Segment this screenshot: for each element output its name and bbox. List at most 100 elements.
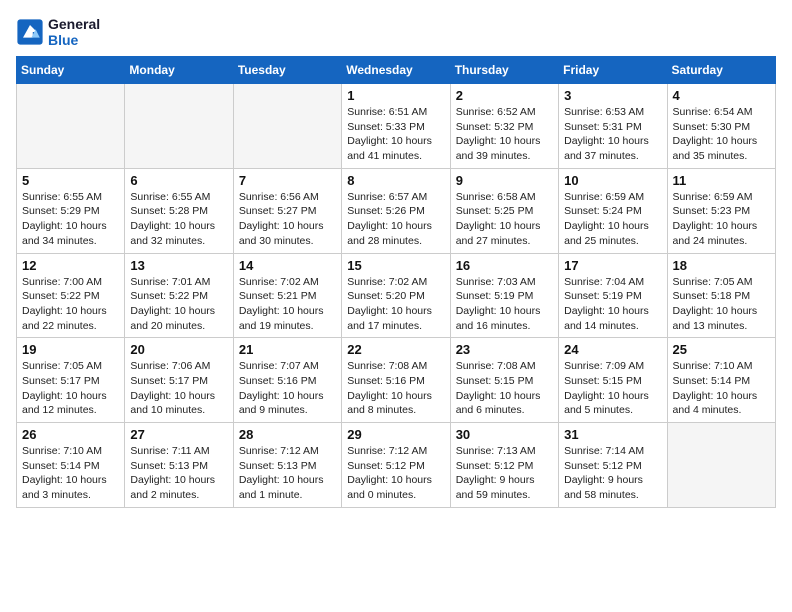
day-number: 17: [564, 258, 661, 273]
calendar-cell: 10 Sunrise: 6:59 AM Sunset: 5:24 PM Dayli…: [559, 168, 667, 253]
calendar-cell: 4 Sunrise: 6:54 AM Sunset: 5:30 PM Daylig…: [667, 84, 775, 169]
calendar-cell: 26Sunrise: 7:10 AM Sunset: 5:14 PM Dayli…: [17, 423, 125, 508]
day-number: 7: [239, 173, 336, 188]
logo: General Blue: [16, 16, 100, 48]
calendar-cell: 9 Sunrise: 6:58 AM Sunset: 5:25 PM Daylig…: [450, 168, 558, 253]
day-info: Sunrise: 6:57 AM Sunset: 5:26 PM Dayligh…: [347, 190, 444, 249]
calendar-cell: 6 Sunrise: 6:55 AM Sunset: 5:28 PM Daylig…: [125, 168, 233, 253]
day-info: Sunrise: 6:55 AM Sunset: 5:29 PM Dayligh…: [22, 190, 119, 249]
day-number: 2: [456, 88, 553, 103]
day-number: 27: [130, 427, 227, 442]
day-info: Sunrise: 7:13 AM Sunset: 5:12 PM Dayligh…: [456, 444, 553, 503]
calendar-week-row: 12 Sunrise: 7:00 AM Sunset: 5:22 PM Dayli…: [17, 253, 776, 338]
day-info: Sunrise: 7:08 AM Sunset: 5:16 PM Dayligh…: [347, 359, 444, 418]
day-number: 30: [456, 427, 553, 442]
calendar-cell: 16Sunrise: 7:03 AM Sunset: 5:19 PM Dayli…: [450, 253, 558, 338]
day-number: 11: [673, 173, 770, 188]
calendar-week-row: 1Sunrise: 6:51 AM Sunset: 5:33 PM Daylig…: [17, 84, 776, 169]
calendar-cell: 24Sunrise: 7:09 AM Sunset: 5:15 PM Dayli…: [559, 338, 667, 423]
day-number: 14: [239, 258, 336, 273]
day-of-week-header: Monday: [125, 57, 233, 84]
day-of-week-header: Friday: [559, 57, 667, 84]
calendar-cell: 18 Sunrise: 7:05 AM Sunset: 5:18 PM Dayli…: [667, 253, 775, 338]
day-of-week-header: Thursday: [450, 57, 558, 84]
day-number: 5: [22, 173, 119, 188]
day-number: 4: [673, 88, 770, 103]
day-number: 9: [456, 173, 553, 188]
day-info: Sunrise: 6:59 AM Sunset: 5:23 PM Dayligh…: [673, 190, 770, 249]
calendar-week-row: 26Sunrise: 7:10 AM Sunset: 5:14 PM Dayli…: [17, 423, 776, 508]
day-info: Sunrise: 7:06 AM Sunset: 5:17 PM Dayligh…: [130, 359, 227, 418]
day-info: Sunrise: 7:05 AM Sunset: 5:18 PM Dayligh…: [673, 275, 770, 334]
calendar-cell: 31 Sunrise: 7:14 AM Sunset: 5:12 PM Dayli…: [559, 423, 667, 508]
day-info: Sunrise: 7:12 AM Sunset: 5:12 PM Dayligh…: [347, 444, 444, 503]
day-number: 22: [347, 342, 444, 357]
day-info: Sunrise: 6:59 AM Sunset: 5:24 PM Dayligh…: [564, 190, 661, 249]
day-number: 19: [22, 342, 119, 357]
calendar-cell: 29 Sunrise: 7:12 AM Sunset: 5:12 PM Dayli…: [342, 423, 450, 508]
day-info: Sunrise: 6:53 AM Sunset: 5:31 PM Dayligh…: [564, 105, 661, 164]
calendar-cell: 1Sunrise: 6:51 AM Sunset: 5:33 PM Daylig…: [342, 84, 450, 169]
calendar-cell: 22 Sunrise: 7:08 AM Sunset: 5:16 PM Dayli…: [342, 338, 450, 423]
calendar-cell: 25 Sunrise: 7:10 AM Sunset: 5:14 PM Dayli…: [667, 338, 775, 423]
calendar-cell: 30 Sunrise: 7:13 AM Sunset: 5:12 PM Dayli…: [450, 423, 558, 508]
day-of-week-header: Saturday: [667, 57, 775, 84]
day-info: Sunrise: 7:12 AM Sunset: 5:13 PM Dayligh…: [239, 444, 336, 503]
day-info: Sunrise: 7:07 AM Sunset: 5:16 PM Dayligh…: [239, 359, 336, 418]
day-info: Sunrise: 7:00 AM Sunset: 5:22 PM Dayligh…: [22, 275, 119, 334]
day-number: 21: [239, 342, 336, 357]
calendar-cell: 19 Sunrise: 7:05 AM Sunset: 5:17 PM Dayli…: [17, 338, 125, 423]
day-info: Sunrise: 7:14 AM Sunset: 5:12 PM Dayligh…: [564, 444, 661, 503]
calendar-cell: 3 Sunrise: 6:53 AM Sunset: 5:31 PM Daylig…: [559, 84, 667, 169]
calendar-cell: 27 Sunrise: 7:11 AM Sunset: 5:13 PM Dayli…: [125, 423, 233, 508]
day-number: 31: [564, 427, 661, 442]
calendar-table: SundayMondayTuesdayWednesdayThursdayFrid…: [16, 56, 776, 508]
calendar-cell: 12 Sunrise: 7:00 AM Sunset: 5:22 PM Dayli…: [17, 253, 125, 338]
day-number: 26: [22, 427, 119, 442]
header: General Blue: [16, 16, 776, 48]
calendar-cell: [125, 84, 233, 169]
day-number: 3: [564, 88, 661, 103]
calendar-week-row: 19 Sunrise: 7:05 AM Sunset: 5:17 PM Dayli…: [17, 338, 776, 423]
calendar-cell: [17, 84, 125, 169]
day-of-week-header: Wednesday: [342, 57, 450, 84]
day-number: 23: [456, 342, 553, 357]
calendar-cell: 21 Sunrise: 7:07 AM Sunset: 5:16 PM Dayli…: [233, 338, 341, 423]
day-info: Sunrise: 7:09 AM Sunset: 5:15 PM Dayligh…: [564, 359, 661, 418]
day-info: Sunrise: 6:58 AM Sunset: 5:25 PM Dayligh…: [456, 190, 553, 249]
calendar-cell: 5 Sunrise: 6:55 AM Sunset: 5:29 PM Daylig…: [17, 168, 125, 253]
day-info: Sunrise: 6:55 AM Sunset: 5:28 PM Dayligh…: [130, 190, 227, 249]
calendar-cell: 20 Sunrise: 7:06 AM Sunset: 5:17 PM Dayli…: [125, 338, 233, 423]
day-of-week-header: Tuesday: [233, 57, 341, 84]
day-number: 28: [239, 427, 336, 442]
calendar-cell: 15Sunrise: 7:02 AM Sunset: 5:20 PM Dayli…: [342, 253, 450, 338]
calendar-cell: [667, 423, 775, 508]
day-number: 20: [130, 342, 227, 357]
calendar-cell: 7 Sunrise: 6:56 AM Sunset: 5:27 PM Daylig…: [233, 168, 341, 253]
calendar-cell: 14 Sunrise: 7:02 AM Sunset: 5:21 PM Dayli…: [233, 253, 341, 338]
day-number: 12: [22, 258, 119, 273]
calendar-cell: 17Sunrise: 7:04 AM Sunset: 5:19 PM Dayli…: [559, 253, 667, 338]
day-number: 10: [564, 173, 661, 188]
day-of-week-header: Sunday: [17, 57, 125, 84]
day-number: 6: [130, 173, 227, 188]
day-number: 25: [673, 342, 770, 357]
day-info: Sunrise: 7:03 AM Sunset: 5:19 PM Dayligh…: [456, 275, 553, 334]
day-number: 18: [673, 258, 770, 273]
day-info: Sunrise: 7:05 AM Sunset: 5:17 PM Dayligh…: [22, 359, 119, 418]
day-number: 13: [130, 258, 227, 273]
day-info: Sunrise: 7:10 AM Sunset: 5:14 PM Dayligh…: [673, 359, 770, 418]
calendar-week-row: 5 Sunrise: 6:55 AM Sunset: 5:29 PM Daylig…: [17, 168, 776, 253]
day-info: Sunrise: 7:08 AM Sunset: 5:15 PM Dayligh…: [456, 359, 553, 418]
day-info: Sunrise: 7:11 AM Sunset: 5:13 PM Dayligh…: [130, 444, 227, 503]
logo-icon: [16, 18, 44, 46]
day-number: 29: [347, 427, 444, 442]
day-info: Sunrise: 6:56 AM Sunset: 5:27 PM Dayligh…: [239, 190, 336, 249]
day-info: Sunrise: 7:02 AM Sunset: 5:21 PM Dayligh…: [239, 275, 336, 334]
calendar-cell: [233, 84, 341, 169]
calendar-header-row: SundayMondayTuesdayWednesdayThursdayFrid…: [17, 57, 776, 84]
day-number: 8: [347, 173, 444, 188]
day-info: Sunrise: 6:51 AM Sunset: 5:33 PM Dayligh…: [347, 105, 444, 164]
day-number: 15: [347, 258, 444, 273]
day-info: Sunrise: 6:54 AM Sunset: 5:30 PM Dayligh…: [673, 105, 770, 164]
